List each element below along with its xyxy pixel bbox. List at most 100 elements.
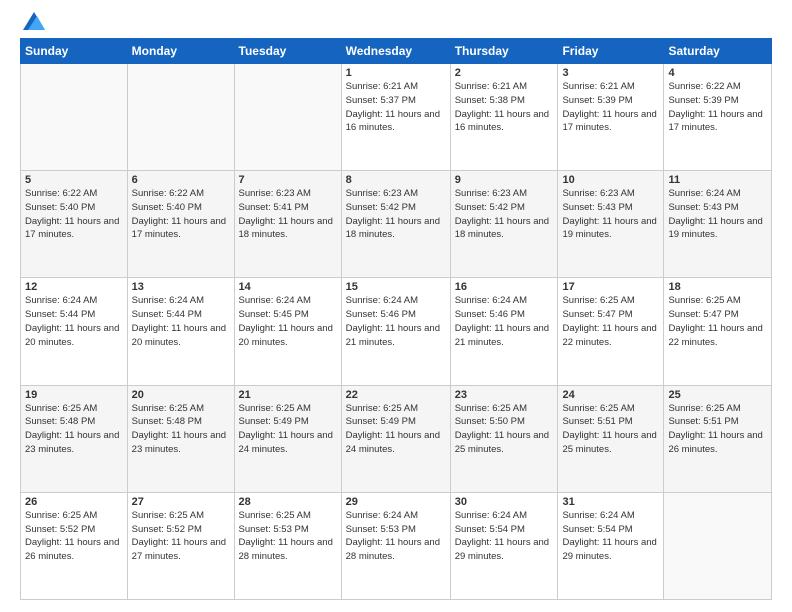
col-header-friday: Friday <box>558 39 664 64</box>
day-info: Sunrise: 6:23 AMSunset: 5:42 PMDaylight:… <box>346 187 446 242</box>
day-info: Sunrise: 6:24 AMSunset: 5:44 PMDaylight:… <box>132 294 230 349</box>
day-cell: 31Sunrise: 6:24 AMSunset: 5:54 PMDayligh… <box>558 492 664 599</box>
day-cell: 1Sunrise: 6:21 AMSunset: 5:37 PMDaylight… <box>341 64 450 171</box>
col-header-thursday: Thursday <box>450 39 558 64</box>
day-number: 9 <box>455 174 554 186</box>
day-number: 20 <box>132 389 230 401</box>
day-number: 10 <box>562 174 659 186</box>
day-cell: 3Sunrise: 6:21 AMSunset: 5:39 PMDaylight… <box>558 64 664 171</box>
day-cell: 15Sunrise: 6:24 AMSunset: 5:46 PMDayligh… <box>341 278 450 385</box>
day-number: 29 <box>346 496 446 508</box>
day-cell: 23Sunrise: 6:25 AMSunset: 5:50 PMDayligh… <box>450 385 558 492</box>
day-cell: 30Sunrise: 6:24 AMSunset: 5:54 PMDayligh… <box>450 492 558 599</box>
col-header-tuesday: Tuesday <box>234 39 341 64</box>
day-number: 19 <box>25 389 123 401</box>
day-number: 3 <box>562 67 659 79</box>
day-cell: 16Sunrise: 6:24 AMSunset: 5:46 PMDayligh… <box>450 278 558 385</box>
day-info: Sunrise: 6:23 AMSunset: 5:41 PMDaylight:… <box>239 187 337 242</box>
day-number: 26 <box>25 496 123 508</box>
day-number: 28 <box>239 496 337 508</box>
day-number: 5 <box>25 174 123 186</box>
week-row-1: 1Sunrise: 6:21 AMSunset: 5:37 PMDaylight… <box>21 64 772 171</box>
day-number: 11 <box>668 174 767 186</box>
day-info: Sunrise: 6:25 AMSunset: 5:49 PMDaylight:… <box>346 402 446 457</box>
day-number: 21 <box>239 389 337 401</box>
day-cell: 4Sunrise: 6:22 AMSunset: 5:39 PMDaylight… <box>664 64 772 171</box>
day-cell: 27Sunrise: 6:25 AMSunset: 5:52 PMDayligh… <box>127 492 234 599</box>
day-cell <box>21 64 128 171</box>
week-row-3: 12Sunrise: 6:24 AMSunset: 5:44 PMDayligh… <box>21 278 772 385</box>
day-info: Sunrise: 6:24 AMSunset: 5:46 PMDaylight:… <box>455 294 554 349</box>
day-info: Sunrise: 6:22 AMSunset: 5:40 PMDaylight:… <box>132 187 230 242</box>
day-number: 14 <box>239 281 337 293</box>
col-header-monday: Monday <box>127 39 234 64</box>
day-info: Sunrise: 6:21 AMSunset: 5:38 PMDaylight:… <box>455 80 554 135</box>
day-cell: 9Sunrise: 6:23 AMSunset: 5:42 PMDaylight… <box>450 171 558 278</box>
day-cell: 5Sunrise: 6:22 AMSunset: 5:40 PMDaylight… <box>21 171 128 278</box>
week-row-2: 5Sunrise: 6:22 AMSunset: 5:40 PMDaylight… <box>21 171 772 278</box>
day-number: 22 <box>346 389 446 401</box>
day-info: Sunrise: 6:25 AMSunset: 5:51 PMDaylight:… <box>668 402 767 457</box>
day-cell: 22Sunrise: 6:25 AMSunset: 5:49 PMDayligh… <box>341 385 450 492</box>
day-cell: 12Sunrise: 6:24 AMSunset: 5:44 PMDayligh… <box>21 278 128 385</box>
header <box>20 16 772 30</box>
day-cell: 29Sunrise: 6:24 AMSunset: 5:53 PMDayligh… <box>341 492 450 599</box>
calendar-table: SundayMondayTuesdayWednesdayThursdayFrid… <box>20 38 772 600</box>
day-cell: 25Sunrise: 6:25 AMSunset: 5:51 PMDayligh… <box>664 385 772 492</box>
day-info: Sunrise: 6:24 AMSunset: 5:46 PMDaylight:… <box>346 294 446 349</box>
day-number: 8 <box>346 174 446 186</box>
day-info: Sunrise: 6:22 AMSunset: 5:40 PMDaylight:… <box>25 187 123 242</box>
day-cell: 13Sunrise: 6:24 AMSunset: 5:44 PMDayligh… <box>127 278 234 385</box>
day-info: Sunrise: 6:25 AMSunset: 5:47 PMDaylight:… <box>668 294 767 349</box>
day-cell: 20Sunrise: 6:25 AMSunset: 5:48 PMDayligh… <box>127 385 234 492</box>
day-number: 30 <box>455 496 554 508</box>
day-info: Sunrise: 6:24 AMSunset: 5:53 PMDaylight:… <box>346 509 446 564</box>
day-cell: 11Sunrise: 6:24 AMSunset: 5:43 PMDayligh… <box>664 171 772 278</box>
logo <box>20 16 45 30</box>
day-info: Sunrise: 6:24 AMSunset: 5:45 PMDaylight:… <box>239 294 337 349</box>
day-cell <box>664 492 772 599</box>
day-number: 17 <box>562 281 659 293</box>
day-info: Sunrise: 6:25 AMSunset: 5:52 PMDaylight:… <box>25 509 123 564</box>
day-number: 15 <box>346 281 446 293</box>
day-info: Sunrise: 6:25 AMSunset: 5:50 PMDaylight:… <box>455 402 554 457</box>
day-info: Sunrise: 6:22 AMSunset: 5:39 PMDaylight:… <box>668 80 767 135</box>
day-info: Sunrise: 6:23 AMSunset: 5:42 PMDaylight:… <box>455 187 554 242</box>
logo-icon <box>23 12 45 30</box>
day-cell: 24Sunrise: 6:25 AMSunset: 5:51 PMDayligh… <box>558 385 664 492</box>
day-number: 25 <box>668 389 767 401</box>
day-info: Sunrise: 6:25 AMSunset: 5:49 PMDaylight:… <box>239 402 337 457</box>
day-cell: 14Sunrise: 6:24 AMSunset: 5:45 PMDayligh… <box>234 278 341 385</box>
day-number: 24 <box>562 389 659 401</box>
day-info: Sunrise: 6:25 AMSunset: 5:48 PMDaylight:… <box>25 402 123 457</box>
day-info: Sunrise: 6:24 AMSunset: 5:44 PMDaylight:… <box>25 294 123 349</box>
day-cell: 7Sunrise: 6:23 AMSunset: 5:41 PMDaylight… <box>234 171 341 278</box>
day-cell <box>234 64 341 171</box>
day-info: Sunrise: 6:24 AMSunset: 5:54 PMDaylight:… <box>455 509 554 564</box>
page: SundayMondayTuesdayWednesdayThursdayFrid… <box>0 0 792 612</box>
day-cell: 8Sunrise: 6:23 AMSunset: 5:42 PMDaylight… <box>341 171 450 278</box>
day-number: 16 <box>455 281 554 293</box>
day-info: Sunrise: 6:24 AMSunset: 5:54 PMDaylight:… <box>562 509 659 564</box>
day-number: 1 <box>346 67 446 79</box>
day-info: Sunrise: 6:25 AMSunset: 5:47 PMDaylight:… <box>562 294 659 349</box>
day-number: 6 <box>132 174 230 186</box>
day-cell: 18Sunrise: 6:25 AMSunset: 5:47 PMDayligh… <box>664 278 772 385</box>
day-cell: 6Sunrise: 6:22 AMSunset: 5:40 PMDaylight… <box>127 171 234 278</box>
day-cell: 26Sunrise: 6:25 AMSunset: 5:52 PMDayligh… <box>21 492 128 599</box>
day-number: 4 <box>668 67 767 79</box>
day-info: Sunrise: 6:25 AMSunset: 5:51 PMDaylight:… <box>562 402 659 457</box>
day-number: 27 <box>132 496 230 508</box>
day-cell: 19Sunrise: 6:25 AMSunset: 5:48 PMDayligh… <box>21 385 128 492</box>
day-number: 13 <box>132 281 230 293</box>
day-cell: 2Sunrise: 6:21 AMSunset: 5:38 PMDaylight… <box>450 64 558 171</box>
day-info: Sunrise: 6:24 AMSunset: 5:43 PMDaylight:… <box>668 187 767 242</box>
day-info: Sunrise: 6:25 AMSunset: 5:48 PMDaylight:… <box>132 402 230 457</box>
day-info: Sunrise: 6:25 AMSunset: 5:53 PMDaylight:… <box>239 509 337 564</box>
week-row-5: 26Sunrise: 6:25 AMSunset: 5:52 PMDayligh… <box>21 492 772 599</box>
day-cell: 28Sunrise: 6:25 AMSunset: 5:53 PMDayligh… <box>234 492 341 599</box>
day-number: 18 <box>668 281 767 293</box>
day-number: 31 <box>562 496 659 508</box>
day-cell: 17Sunrise: 6:25 AMSunset: 5:47 PMDayligh… <box>558 278 664 385</box>
day-cell: 21Sunrise: 6:25 AMSunset: 5:49 PMDayligh… <box>234 385 341 492</box>
